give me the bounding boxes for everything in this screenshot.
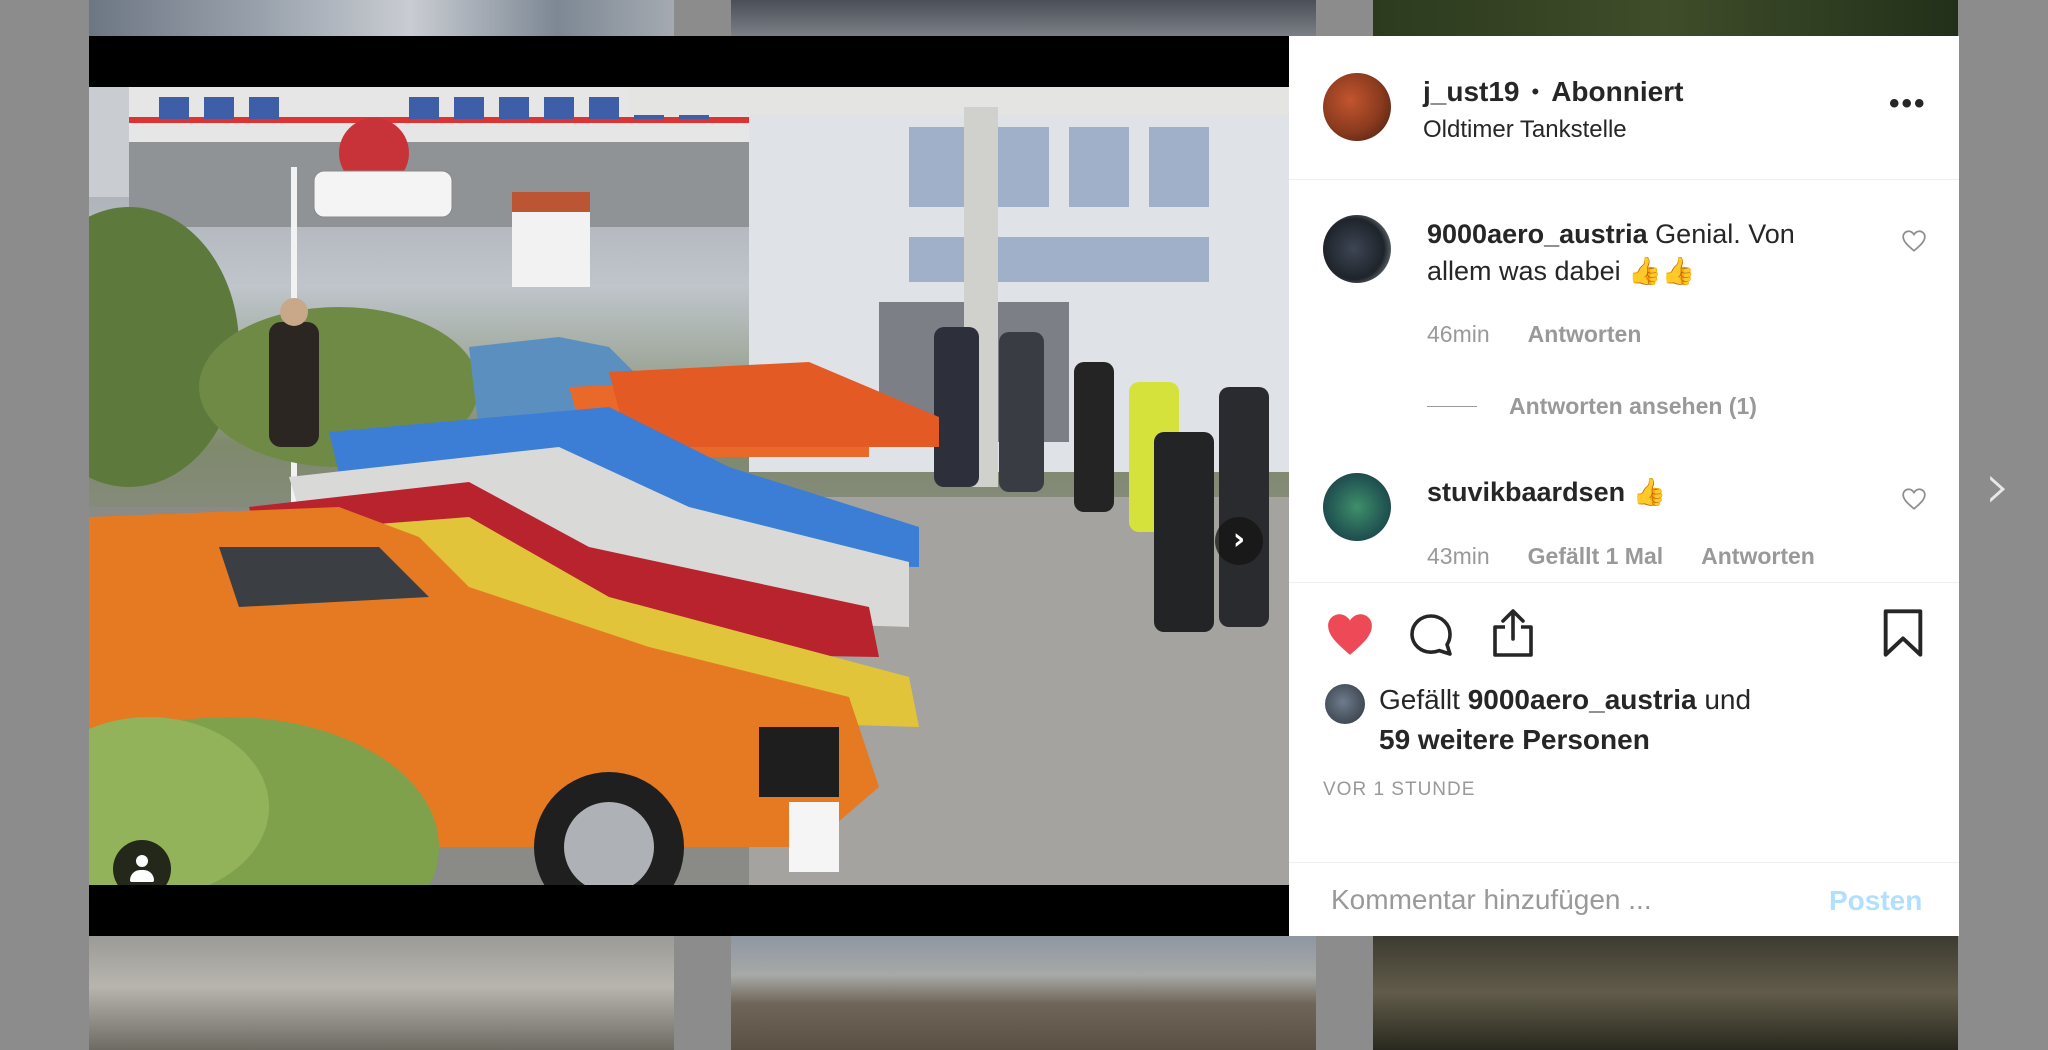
avatar[interactable] [1323,473,1391,541]
likes-username[interactable]: 9000aero_austria [1468,684,1697,715]
likes-others-link[interactable]: 59 weitere Personen [1379,724,1650,755]
photo-illustration [89,87,1289,885]
grid-thumbnail[interactable] [1373,0,1958,36]
heart-filled-icon[interactable] [1325,611,1375,657]
post-location[interactable]: Oldtimer Tankstelle [1423,116,1627,144]
comment-time: 46min [1427,321,1490,347]
post-timestamp[interactable]: VOR 1 STUNDE [1323,779,1475,801]
avatar[interactable] [1323,73,1391,141]
grid-thumbnail[interactable] [731,0,1316,36]
carousel-next-button[interactable]: › [1215,517,1263,565]
comment-input[interactable] [1331,879,1801,921]
post-modal: › j_ust19 • Abonniert Oldtimer Tankstell… [89,36,1959,936]
bookmark-icon[interactable] [1881,607,1925,659]
likes-prefix: Gefällt [1379,684,1460,715]
comment-username[interactable]: 9000aero_austria [1427,219,1648,249]
view-replies-label: Antworten ansehen (1) [1509,393,1757,419]
heart-outline-icon[interactable] [1901,229,1927,253]
comment-icon[interactable] [1407,611,1455,659]
avatar[interactable] [1325,684,1365,724]
grid-thumbnail[interactable] [89,0,674,36]
comment-text: 👍 [1632,477,1667,507]
more-options-icon[interactable]: ••• [1889,89,1927,119]
post-media: › [89,36,1289,936]
view-replies-button[interactable]: Antworten ansehen (1) [1427,393,1757,420]
reply-button[interactable]: Antworten [1701,543,1815,570]
grid-thumbnail[interactable] [89,935,674,1050]
post-side-panel: j_ust19 • Abonniert Oldtimer Tankstelle … [1289,36,1959,936]
comment-username[interactable]: stuvikbaardsen [1427,477,1625,507]
avatar[interactable] [1323,215,1391,283]
comments-list[interactable]: 9000aero_austria Genial. Von allem was d… [1289,181,1959,581]
heart-outline-icon[interactable] [1901,487,1927,511]
post-actions: Gefällt 9000aero_austria und 59 weitere … [1289,582,1959,862]
share-icon[interactable] [1489,607,1537,659]
next-post-arrow-icon[interactable]: › [1978,455,2018,519]
likes-join: und [1704,684,1752,715]
reply-button[interactable]: Antworten [1528,321,1642,348]
grid-thumbnail[interactable] [1373,935,1958,1050]
likes-summary: Gefällt 9000aero_austria und 59 weitere … [1325,680,1899,760]
grid-thumbnail[interactable] [731,935,1316,1050]
add-comment-bar: Posten [1289,862,1959,936]
comment-likes-count[interactable]: Gefällt 1 Mal [1528,543,1663,570]
separator-dot: • [1531,79,1540,104]
follow-status-button[interactable]: Abonniert [1551,76,1683,108]
post-username[interactable]: j_ust19 [1423,76,1520,108]
post-header: j_ust19 • Abonniert Oldtimer Tankstelle … [1289,36,1959,180]
post-comment-button[interactable]: Posten [1829,885,1922,917]
post-photo[interactable]: › [89,87,1289,885]
comment-time: 43min [1427,543,1490,569]
